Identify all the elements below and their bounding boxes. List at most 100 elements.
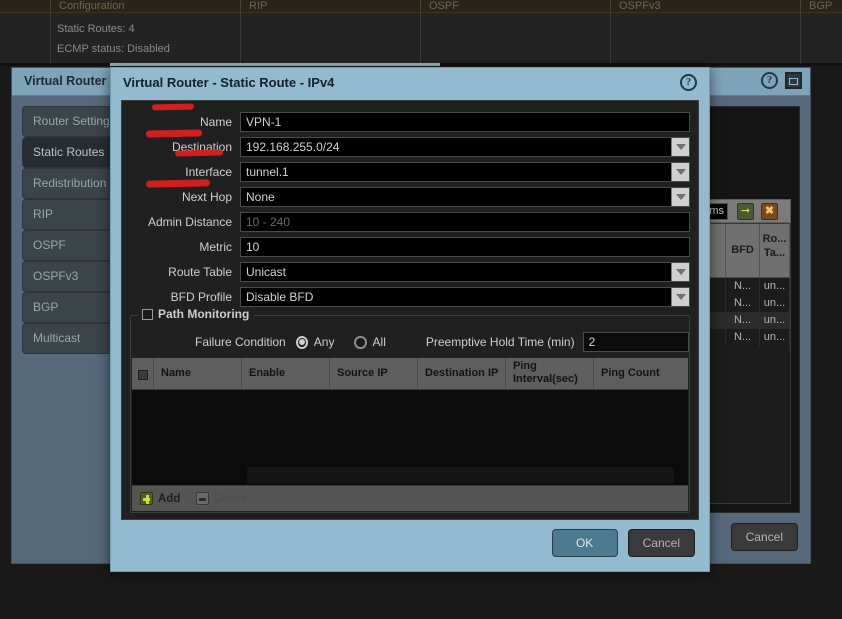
form-row-admin-distance: Admin Distance 10 - 240 — [122, 209, 698, 234]
path-monitoring-label: Path Monitoring — [158, 307, 250, 321]
delete-label: Delete — [214, 492, 248, 505]
routes-cell-bfd: N... — [726, 295, 760, 312]
pm-header-ping-interval-line2: Interval(sec) — [513, 373, 578, 385]
label-admin-distance: Admin Distance — [147, 214, 232, 229]
interface-value: tunnel.1 — [246, 164, 289, 179]
chevron-down-icon[interactable] — [671, 187, 689, 206]
static-route-form: Name VPN-1 Destination 192.168.255.0/24 … — [122, 109, 698, 309]
bg-tab-configuration[interactable]: Configuration — [50, 0, 230, 13]
annotation-mark-next-hop — [145, 179, 211, 188]
bfd-profile-input[interactable]: Disable BFD — [240, 286, 690, 307]
panel-divider — [420, 13, 421, 64]
label-next-hop: Next Hop — [181, 189, 232, 204]
clear-x-icon[interactable]: ✖ — [761, 203, 778, 220]
path-monitoring-add-button[interactable]: Add — [140, 492, 180, 505]
name-input[interactable]: VPN-1 — [240, 111, 690, 132]
annotation-mark-name — [151, 103, 195, 111]
path-monitoring-checkbox[interactable] — [142, 308, 153, 320]
radio-failure-all[interactable] — [354, 335, 367, 349]
form-row-next-hop: Next Hop None — [122, 184, 698, 209]
next-hop-input[interactable]: None — [240, 186, 690, 207]
preemptive-hold-time-input[interactable]: 2 — [582, 332, 689, 352]
bg-tab-ospf[interactable]: OSPF — [420, 0, 600, 13]
plus-icon — [140, 492, 153, 505]
minus-icon — [196, 492, 210, 505]
label-metric: Metric — [199, 239, 232, 254]
chevron-down-icon[interactable] — [671, 162, 689, 181]
pm-header-ping-interval[interactable]: Ping Interval(sec) — [506, 358, 594, 389]
destination-input[interactable]: 192.168.255.0/24 — [240, 136, 690, 157]
routes-cell-bfd: N... — [726, 329, 760, 346]
path-monitoring-legend[interactable]: Path Monitoring — [137, 307, 255, 321]
static-route-modal-body: Name VPN-1 Destination 192.168.255.0/24 … — [121, 100, 699, 520]
pm-header-select-all[interactable] — [132, 358, 154, 389]
form-row-bfd-profile: BFD Profile Disable BFD — [122, 284, 698, 309]
routes-header-route-table-line2: Ta... — [763, 247, 786, 259]
restore-window-icon[interactable] — [785, 72, 802, 89]
label-failure-condition: Failure Condition — [195, 335, 286, 349]
label-interface: Interface — [185, 164, 232, 179]
pm-header-destination-ip[interactable]: Destination IP — [418, 358, 506, 389]
chevron-down-icon[interactable] — [671, 137, 689, 156]
label-failure-any: Any — [313, 335, 335, 349]
background-tabstrip: Configuration RIP OSPF OSPFv3 BGP — [0, 0, 842, 13]
add-label: Add — [158, 492, 181, 505]
bg-tab-ospfv3[interactable]: OSPFv3 — [610, 0, 790, 13]
routes-header-bfd[interactable]: BFD — [726, 224, 760, 277]
panel-divider — [50, 13, 51, 64]
arrow-right-icon[interactable]: ➞ — [737, 203, 754, 220]
routes-cell-route-table: un... — [760, 312, 790, 329]
virtual-router-title-icons: ? — [761, 72, 802, 89]
static-route-modal-titlebar: Virtual Router - Static Route - IPv4 ? — [111, 68, 709, 98]
routes-header-route-table[interactable]: Ro... Ta... — [760, 224, 790, 277]
pm-header-enable[interactable]: Enable — [242, 358, 330, 389]
cancel-button[interactable]: Cancel — [627, 529, 695, 557]
annotation-mark-interface — [174, 149, 224, 157]
path-monitoring-grid: Name Enable Source IP Destination IP Pin… — [132, 358, 688, 511]
route-table-input[interactable]: Unicast — [240, 261, 690, 282]
label-route-table: Route Table — [168, 264, 232, 279]
chevron-down-icon[interactable] — [671, 287, 689, 306]
help-circle-icon[interactable]: ? — [680, 74, 697, 91]
select-all-checkbox[interactable] — [137, 370, 148, 380]
virtual-router-cancel-button[interactable]: Cancel — [730, 523, 798, 551]
next-hop-value: None — [246, 189, 275, 204]
annotation-mark-destination — [145, 129, 203, 138]
screen-root: Configuration RIP OSPF OSPFv3 BGP Static… — [0, 0, 842, 619]
path-monitoring-section: Path Monitoring Failure Condition Any Al… — [130, 307, 690, 513]
form-row-metric: Metric 10 — [122, 234, 698, 259]
radio-failure-any[interactable] — [295, 335, 308, 349]
metric-input[interactable]: 10 — [240, 236, 690, 257]
pm-header-source-ip[interactable]: Source IP — [330, 358, 418, 389]
virtual-router-footer: Cancel — [730, 523, 798, 551]
pm-header-ping-interval-line1: Ping — [513, 360, 537, 372]
form-row-name: Name VPN-1 — [122, 109, 698, 134]
label-bfd-profile: BFD Profile — [170, 289, 232, 304]
panel-divider — [610, 13, 611, 64]
path-monitoring-horizontal-scrollbar[interactable] — [247, 467, 674, 484]
bfd-profile-value: Disable BFD — [246, 289, 314, 304]
label-failure-all: All — [372, 335, 386, 349]
chevron-down-icon[interactable] — [671, 262, 689, 281]
interface-input[interactable]: tunnel.1 — [240, 161, 690, 182]
bg-tab-rip[interactable]: RIP — [240, 0, 420, 13]
path-monitoring-toolbar: Add Delete — [132, 485, 688, 511]
destination-value: 192.168.255.0/24 — [246, 139, 340, 154]
help-circle-icon[interactable]: ? — [761, 72, 778, 89]
routes-cell-route-table: un... — [760, 278, 790, 295]
static-route-modal-title: Virtual Router - Static Route - IPv4 — [123, 75, 335, 90]
stat-static-routes: Static Routes: 4 — [57, 23, 135, 35]
routes-cell-route-table: un... — [760, 295, 790, 312]
admin-distance-input[interactable]: 10 - 240 — [240, 211, 690, 232]
path-monitoring-delete-button: Delete — [196, 492, 248, 505]
pm-header-ping-count[interactable]: Ping Count — [594, 358, 688, 389]
route-table-value: Unicast — [246, 264, 287, 279]
panel-divider — [240, 13, 241, 64]
panel-divider — [800, 13, 801, 64]
bg-tab-bgp[interactable]: BGP — [800, 0, 842, 13]
pm-header-name[interactable]: Name — [154, 358, 242, 389]
path-monitoring-options: Failure Condition Any All Preemptive Hol… — [131, 330, 689, 354]
routes-cell-bfd: N... — [726, 278, 760, 295]
background-summary-panel: Static Routes: 4 ECMP status: Disabled — [0, 13, 842, 64]
ok-button[interactable]: OK — [551, 529, 618, 557]
